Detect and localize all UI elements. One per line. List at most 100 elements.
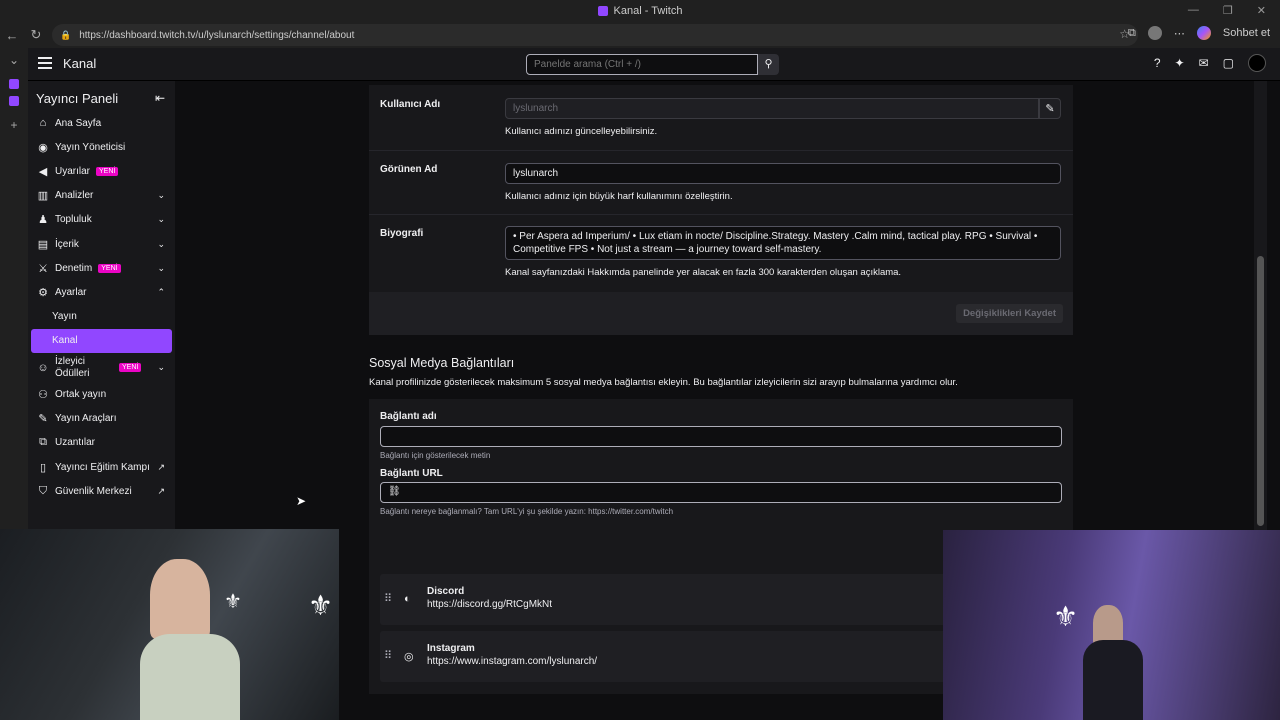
chevron-down-icon: ⌄ <box>157 214 165 225</box>
sidebar-item-bootcamp[interactable]: ▯ Yayıncı Eğitim Kampı ↗ <box>28 455 175 479</box>
sidebar-item-label: Yayıncı Eğitim Kampı <box>55 461 150 473</box>
username-row: Kullanıcı Adı lyslunarch ✎ Kullanıcı adı… <box>369 85 1073 151</box>
sidebar-item-label: İzleyici Ödülleri <box>55 355 90 379</box>
add-tab-icon[interactable]: + <box>0 113 28 137</box>
whisper-icon[interactable]: ▢ <box>1223 56 1234 72</box>
username-label: Kullanıcı Adı <box>380 99 441 110</box>
tab-title: Kanal - Twitch <box>613 5 683 17</box>
reload-icon[interactable]: ↻ <box>24 27 48 43</box>
link-item-url: https://discord.gg/RtCgMkNt <box>427 599 553 610</box>
collapse-sidebar-icon[interactable]: ⇤ <box>155 91 165 105</box>
broadcast-icon: ◉ <box>38 141 48 154</box>
webcam-overlay-left: ⚜ ⚜ <box>0 529 339 720</box>
streamer-body <box>1083 640 1143 720</box>
extensions-toolbar-icon[interactable]: ⧉ <box>1128 27 1136 40</box>
help-icon[interactable]: ? <box>1154 56 1161 72</box>
hamburger-menu-icon[interactable] <box>38 57 52 69</box>
twitch-tab-icon[interactable] <box>9 79 19 89</box>
back-icon[interactable]: ← <box>0 28 24 43</box>
sidebar-item-label: Ortak yayın <box>55 389 107 401</box>
new-badge: YENİ <box>119 363 142 372</box>
sidebar-item-settings[interactable]: ⚙ Ayarlar ⌃ <box>28 280 175 304</box>
sidebar-item-label: Ayarlar <box>55 286 87 298</box>
sidebar-item-stream-manager[interactable]: ◉ Yayın Yöneticisi <box>28 135 175 159</box>
url-text: https://dashboard.twitch.tv/u/lyslunarch… <box>79 29 355 41</box>
link-name-label: Bağlantı adı <box>380 411 437 422</box>
sparkle-icon[interactable]: ✦ <box>1175 56 1185 72</box>
copilot-icon[interactable] <box>1196 26 1211 40</box>
bio-label: Biyografi <box>380 228 424 239</box>
sidebar-item-label: Ana Sayfa <box>55 117 102 129</box>
sidebar-item-viewer-rewards[interactable]: ☺ İzleyici Ödülleri YENİ ⌄ <box>28 353 175 383</box>
fleur-de-lis-logo: ⚜ <box>1053 601 1079 632</box>
settings-icon: ⚙ <box>38 286 48 299</box>
sidebar-item-label: Uzantılar <box>55 437 96 449</box>
sidebar-item-content[interactable]: ▤ İçerik ⌄ <box>28 232 175 256</box>
sidebar-item-moderation[interactable]: ⚔ Denetim YENİ ⌄ <box>28 256 175 280</box>
sidebar-item-alerts[interactable]: ◀ Uyarılar YENİ <box>28 159 175 183</box>
sidebar-item-safety-center[interactable]: ⛉ Güvenlik Merkezi ↗ <box>28 479 175 503</box>
social-links-heading: Sosyal Medya Bağlantıları <box>369 356 515 370</box>
sidebar-item-analytics[interactable]: ▥ Analizler ⌄ <box>28 184 175 208</box>
sidebar-item-collab[interactable]: ⚇ Ortak yayın <box>28 383 175 407</box>
display-name-field[interactable]: lyslunarch <box>505 163 1061 184</box>
chevron-down-icon: ⌄ <box>157 238 165 249</box>
streamer-shirt <box>140 634 240 720</box>
dashboard-sidebar: Yayıncı Paneli ⇤ ⌂ Ana Sayfa ◉ Yayın Yönet… <box>28 81 175 531</box>
sidebar-item-stream-tools[interactable]: ✎ Yayın Araçları <box>28 407 175 431</box>
sidebar-subitem-channel[interactable]: Kanal <box>31 328 172 353</box>
sidebar-item-home[interactable]: ⌂ Ana Sayfa <box>28 111 175 135</box>
username-field: lyslunarch <box>505 98 1039 119</box>
sidebar-subitem-stream[interactable]: Yayın <box>28 305 175 329</box>
link-name-hint: Bağlantı için gösterilecek metin <box>380 451 491 460</box>
sidebar-item-label: Yayın Araçları <box>55 413 117 425</box>
sidebar-item-community[interactable]: ♟ Topluluk ⌄ <box>28 208 175 232</box>
save-changes-button[interactable]: Değişiklikleri Kaydet <box>956 304 1063 323</box>
webcam-overlay-right: ⚜ <box>943 530 1280 720</box>
link-url-input[interactable]: ⛓ <box>380 482 1062 503</box>
user-avatar[interactable] <box>1248 54 1266 72</box>
display-name-hint: Kullanıcı adınız için büyük harf kullanı… <box>505 191 733 202</box>
drag-handle-icon[interactable]: ⠿ <box>384 649 392 662</box>
search-input[interactable] <box>526 54 758 75</box>
twitch-tab-icon-active[interactable] <box>9 96 19 106</box>
display-name-row: Görünen Ad lyslunarch Kullanıcı adınız i… <box>369 151 1073 215</box>
tools-icon: ✎ <box>38 413 48 426</box>
inbox-icon[interactable]: ✉ <box>1199 56 1209 72</box>
sidebar-item-extensions[interactable]: ⧉ Uzantılar <box>28 431 175 455</box>
lock-icon: 🔒 <box>60 29 72 40</box>
link-item-url: https://www.instagram.com/lyslunarch/ <box>427 656 598 667</box>
sidebar-item-label: Yayın Yöneticisi <box>55 141 126 153</box>
edit-pencil-icon[interactable]: ✎ <box>1039 98 1061 119</box>
extensions-icon: ⧉ <box>39 436 47 449</box>
chat-button[interactable]: Sohbet et <box>1223 27 1270 39</box>
discord-icon: ◐ <box>404 593 411 605</box>
chevron-down-icon[interactable]: ⌄ <box>0 48 28 72</box>
external-link-icon: ↗ <box>157 461 165 472</box>
link-item-name: Discord <box>427 586 465 597</box>
url-field[interactable]: 🔒 https://dashboard.twitch.tv/u/lyslunar… <box>52 24 1138 46</box>
profile-avatar[interactable] <box>1147 26 1162 40</box>
drag-handle-icon[interactable]: ⠿ <box>384 592 392 605</box>
streamer-face <box>1093 605 1123 645</box>
mouse-cursor-icon: ➤ <box>296 494 307 508</box>
community-icon: ♟ <box>38 214 48 227</box>
close-icon[interactable]: ✕ <box>1257 4 1266 17</box>
search-icon[interactable]: ⚲ <box>758 54 779 75</box>
sidebar-nav: ⌂ Ana Sayfa ◉ Yayın Yöneticisi ◀ Uyarılar YE… <box>28 111 175 503</box>
topnav-icons: ? ✦ ✉ ▢ <box>1154 54 1266 72</box>
sidebar-item-label: Analizler <box>55 190 94 202</box>
scrollbar-thumb[interactable] <box>1257 256 1264 526</box>
restore-icon[interactable]: ❐ <box>1223 4 1233 17</box>
twitch-favicon-icon <box>597 6 608 16</box>
username-hint: Kullanıcı adınızı güncelleyebilirsiniz. <box>505 126 658 137</box>
fleur-de-lis-logo: ⚜ <box>308 590 334 621</box>
window-controls: — ❐ ✕ <box>1188 4 1266 17</box>
minimize-icon[interactable]: — <box>1188 4 1199 17</box>
more-menu-icon[interactable]: ⋯ <box>1174 27 1185 40</box>
bio-textarea[interactable]: • Per Aspera ad Imperium/ • Lux etiam in… <box>505 226 1061 260</box>
link-item-name: Instagram <box>427 643 475 654</box>
sidebar-item-label: İçerik <box>55 238 79 250</box>
link-name-input[interactable] <box>380 426 1062 447</box>
social-links-description: Kanal profilinizde gösterilecek maksimum… <box>369 377 958 388</box>
